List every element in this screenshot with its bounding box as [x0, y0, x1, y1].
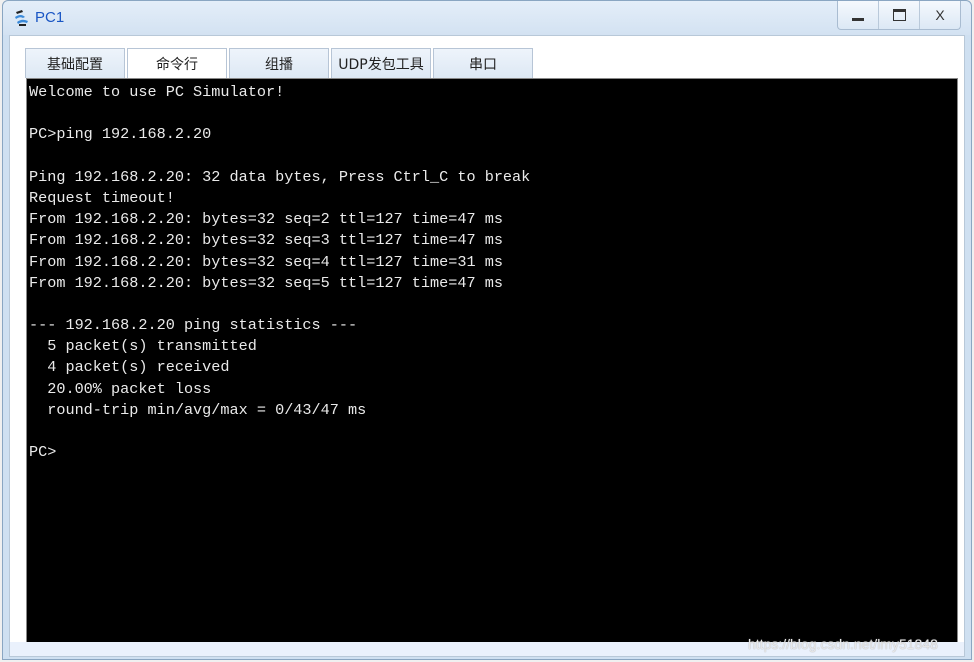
- close-button[interactable]: X: [919, 1, 960, 29]
- tab-command-line[interactable]: 命令行: [127, 48, 227, 78]
- terminal-console[interactable]: Welcome to use PC Simulator! PC>ping 192…: [26, 78, 958, 644]
- terminal-line: Welcome to use PC Simulator!: [29, 83, 285, 101]
- tab-basic-config[interactable]: 基础配置: [25, 48, 125, 78]
- terminal-line: From 192.168.2.20: bytes=32 seq=3 ttl=12…: [29, 231, 503, 250]
- terminal-line: From 192.168.2.20: bytes=32 seq=2 ttl=12…: [29, 210, 503, 229]
- maximize-button[interactable]: [878, 1, 919, 29]
- tab-udp-tool[interactable]: UDP发包工具: [331, 48, 431, 78]
- pc-app-icon: [15, 10, 28, 26]
- minimize-icon: [852, 17, 864, 21]
- minimize-button[interactable]: [838, 1, 878, 29]
- terminal-line: round-trip min/avg/max = 0/43/47 ms: [29, 400, 367, 419]
- terminal-line: Ping 192.168.2.20: 32 data bytes, Press …: [29, 167, 531, 186]
- pc1-window: PC1 X 基础配置 命令行 组播 UDP发包工具 串口 Welcome to …: [2, 0, 972, 660]
- watermark-text: https://blog.csdn.net/lmy51848: [748, 636, 938, 652]
- terminal-prompt: PC>: [29, 443, 57, 462]
- terminal-line: From 192.168.2.20: bytes=32 seq=5 ttl=12…: [29, 273, 503, 292]
- terminal-line: --- 192.168.2.20 ping statistics ---: [29, 316, 358, 335]
- window-title: PC1: [35, 9, 65, 26]
- window-controls: X: [837, 1, 961, 30]
- tab-multicast[interactable]: 组播: [229, 48, 329, 78]
- window-content: 基础配置 命令行 组播 UDP发包工具 串口 Welcome to use PC…: [9, 35, 965, 657]
- terminal-line: From 192.168.2.20: bytes=32 seq=4 ttl=12…: [29, 252, 503, 271]
- terminal-line: PC>ping 192.168.2.20: [29, 125, 212, 144]
- terminal-line: 4 packet(s) received: [29, 358, 230, 377]
- maximize-icon: [892, 9, 906, 21]
- terminal-line: 20.00% packet loss: [29, 379, 212, 398]
- terminal-line: Request timeout!: [29, 188, 175, 207]
- terminal-line: 5 packet(s) transmitted: [29, 337, 257, 356]
- tab-bar: 基础配置 命令行 组播 UDP发包工具 串口: [25, 48, 533, 78]
- tab-serial-port[interactable]: 串口: [433, 48, 533, 78]
- title-bar[interactable]: PC1 X: [3, 1, 971, 35]
- close-icon: X: [935, 7, 945, 23]
